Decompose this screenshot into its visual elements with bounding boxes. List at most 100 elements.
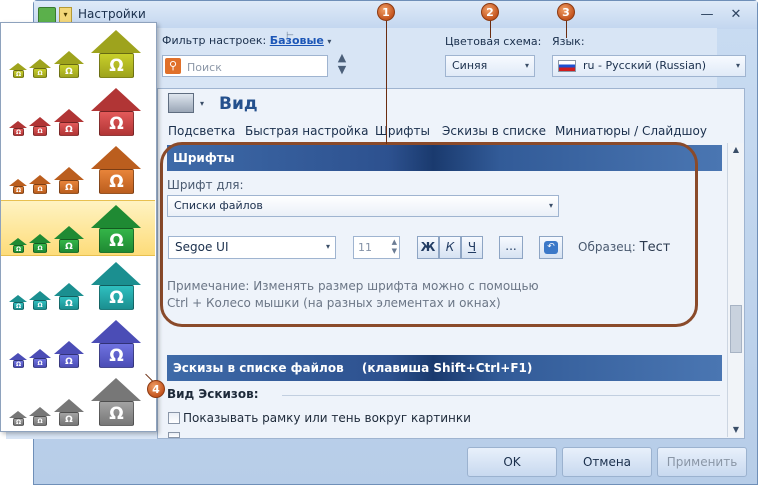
house-body: Ω: [59, 296, 79, 310]
language-select[interactable]: ru - Русский (Russian) ▾: [552, 55, 746, 77]
house-body: Ω: [13, 70, 24, 78]
sample-value: Тест: [639, 240, 671, 255]
monitor-icon[interactable]: [168, 93, 194, 113]
icon-theme-option[interactable]: ΩΩΩΩ: [1, 84, 155, 140]
russian-flag-icon: [558, 60, 576, 72]
sample-label: Образец:: [578, 240, 636, 254]
roof-shape: [29, 59, 51, 68]
language-label: Язык:: [552, 35, 585, 48]
nav-link-miniatures-slideshow[interactable]: Миниатюры / Слайдшоу: [555, 124, 707, 138]
roof-shape: [54, 283, 84, 296]
color-scheme-select[interactable]: Синяя ▾: [445, 55, 535, 77]
scroll-up-icon[interactable]: ▲: [728, 145, 744, 154]
roof-shape: [9, 63, 27, 70]
house-body: Ω: [33, 243, 47, 253]
thumbnails-header-title: Эскизы в списке файлов: [173, 361, 344, 375]
icon-theme-option[interactable]: ΩΩΩΩ: [1, 374, 155, 430]
show-frame-checkbox[interactable]: [168, 412, 180, 424]
quick-access-dropdown-button[interactable]: ▾: [59, 7, 72, 23]
house-body: Ω: [13, 186, 24, 194]
roof-shape: [54, 51, 84, 64]
show-frame-label: Показывать рамку или тень вокруг картинк…: [183, 411, 471, 425]
nav-link-quick-setup[interactable]: Быстрая настройка: [245, 124, 368, 138]
house-body: Ω: [13, 360, 24, 368]
font-note-line1: Примечание: Изменять размер шрифта можно…: [167, 279, 539, 293]
icon-theme-option[interactable]: ΩΩΩΩ: [1, 316, 155, 372]
reset-font-button[interactable]: ↶: [539, 236, 563, 259]
language-value: ru - Русский (Russian): [583, 59, 707, 72]
scroll-down-icon[interactable]: ▼: [728, 425, 744, 434]
house-body: Ω: [99, 169, 134, 194]
roof-shape: [29, 349, 51, 358]
font-for-value: Списки файлов: [174, 199, 263, 212]
sample-preview: Образец: Тест: [578, 240, 670, 255]
monitor-dropdown-icon[interactable]: ▾: [200, 99, 204, 108]
nav-link-highlight[interactable]: Подсветка: [168, 124, 235, 138]
roof-shape: [91, 378, 141, 401]
house-body: Ω: [33, 416, 47, 426]
roof-shape: [29, 291, 51, 300]
vertical-scrollbar[interactable]: ▲ ▼: [727, 143, 744, 437]
bold-button[interactable]: Ж: [417, 236, 439, 259]
house-body: Ω: [33, 300, 47, 310]
thumbnails-hotkey: (клавиша Shift+Ctrl+F1): [361, 361, 533, 375]
font-note-line2: Ctrl + Колесо мышки (на разных элементах…: [167, 296, 501, 310]
house-body: Ω: [59, 239, 79, 253]
apply-button[interactable]: Применить: [657, 447, 747, 477]
search-input[interactable]: [185, 58, 327, 76]
house-body: Ω: [33, 358, 47, 368]
nav-link-fonts[interactable]: Шрифты: [375, 124, 430, 138]
marker-3-badge: 3: [557, 3, 575, 21]
underline-button[interactable]: Ч: [461, 236, 483, 259]
search-updown-icon[interactable]: ▲ ▼: [334, 52, 350, 80]
more-font-options-button[interactable]: ...: [499, 236, 523, 259]
search-box[interactable]: ⚲: [162, 55, 328, 77]
window-title: Настройки: [78, 7, 146, 21]
icon-theme-option[interactable]: ΩΩΩΩ: [1, 26, 155, 82]
marker-1-badge: 1: [377, 3, 395, 21]
house-body: Ω: [99, 53, 134, 78]
callout-leader-line: [490, 20, 491, 38]
cancel-button[interactable]: Отмена: [562, 447, 652, 477]
minimize-button[interactable]: —: [698, 6, 716, 22]
fonts-section-header: Шрифты: [167, 145, 722, 171]
house-body: Ω: [13, 245, 24, 253]
icon-theme-option[interactable]: ΩΩΩΩ: [1, 200, 155, 256]
house-body: Ω: [13, 128, 24, 136]
chevron-down-icon: ▾: [524, 61, 529, 70]
spinner-arrows-icon[interactable]: ▲ ▼: [392, 238, 397, 256]
callout-leader-line: [566, 20, 567, 38]
chevron-down-icon: ▾: [735, 61, 740, 70]
icon-theme-option[interactable]: ΩΩΩΩ: [1, 258, 155, 314]
italic-button[interactable]: К: [439, 236, 461, 259]
filter-link[interactable]: Базовые: [270, 34, 324, 47]
pin-icon[interactable]: ⊢: [286, 31, 294, 41]
house-body: Ω: [33, 126, 47, 136]
ok-button[interactable]: OK: [467, 447, 557, 477]
roof-shape: [91, 262, 141, 285]
callout-leader-line: [386, 20, 387, 144]
house-body: Ω: [13, 302, 24, 310]
thumbnails-section-header: Эскизы в списке файлов (клавиша Shift+Ct…: [167, 355, 722, 381]
next-option-checkbox[interactable]: [168, 432, 180, 438]
filter-arrow-icon[interactable]: ▾: [327, 37, 331, 46]
house-body: Ω: [59, 64, 79, 78]
roof-shape: [54, 399, 84, 412]
thumbnail-type-label: Вид Эскизов:: [167, 387, 259, 401]
font-name-select[interactable]: Segoe UI ▾: [168, 236, 336, 259]
font-size-spinner[interactable]: 11 ▲ ▼: [353, 236, 400, 259]
roof-shape: [91, 146, 141, 169]
undo-icon: ↶: [544, 241, 558, 254]
nav-link-list-thumbnails[interactable]: Эскизы в списке: [442, 124, 546, 138]
marker-4-badge: 4: [147, 380, 165, 398]
icon-theme-option[interactable]: ΩΩΩΩ: [1, 142, 155, 198]
house-body: Ω: [59, 180, 79, 194]
roof-shape: [54, 109, 84, 122]
close-button[interactable]: ✕: [725, 6, 747, 22]
roof-shape: [9, 121, 27, 128]
roof-shape: [54, 167, 84, 180]
scroll-thumb[interactable]: [730, 305, 742, 353]
roof-shape: [91, 30, 141, 53]
font-name-value: Segoe UI: [175, 240, 229, 254]
font-for-select[interactable]: Списки файлов ▾: [167, 195, 559, 217]
